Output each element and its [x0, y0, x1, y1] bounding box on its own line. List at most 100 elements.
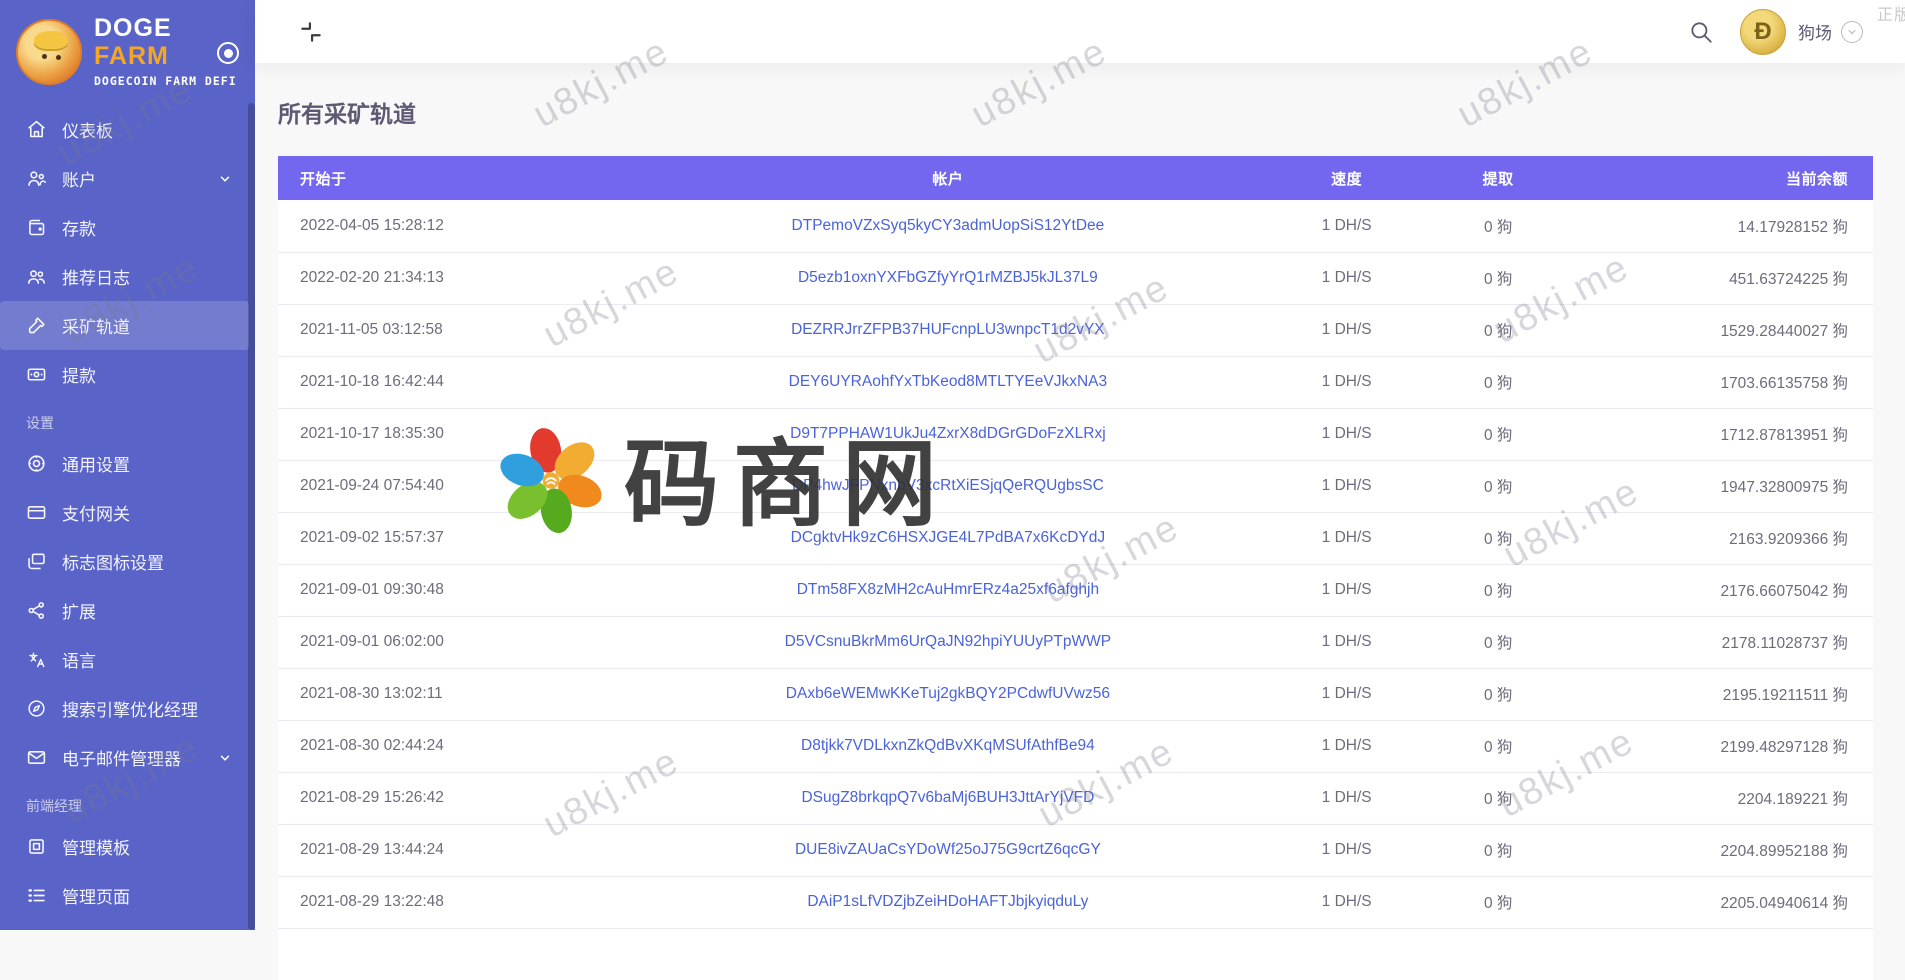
table-row: 2021-09-02 15:57:37 DCgktvHk9zC6HSXJGE4L… [278, 512, 1873, 564]
language-icon [26, 649, 47, 670]
row-balance: 2176.66075042 狗 [1538, 564, 1873, 616]
account-address-link[interactable]: D8tjkk7VDLkxnZkQdBvXKqMSUfAthfBe94 [801, 737, 1095, 754]
account-address-link[interactable]: DTPemoVZxSyq5kyCY3admUopSiS12YtDee [792, 217, 1105, 234]
account-address-link[interactable]: DP4hwJFPNxnbV3xcRtXiESjqQeRQUgbsSC [792, 477, 1104, 494]
row-balance: 2204.89952188 狗 [1538, 824, 1873, 876]
users-icon [26, 266, 47, 287]
sidebar-item-compass[interactable]: 搜索引擎优化经理 [0, 684, 249, 733]
table-header-row: 开始于 帐户 速度 提取 当前余额 [278, 156, 1873, 200]
col-header-current-balance: 当前余额 [1538, 156, 1873, 200]
sidebar-item-language[interactable]: 语言 [0, 635, 249, 684]
users-gear-icon [26, 168, 47, 189]
topbar-right: Ð 狗场 [1688, 9, 1863, 55]
share-nodes-icon [26, 600, 47, 621]
sidebar-item-label: 扩展 [62, 598, 96, 623]
row-withdraw: 0 狗 [1458, 512, 1538, 564]
row-withdraw: 0 狗 [1458, 408, 1538, 460]
account-address-link[interactable]: D9T7PPHAW1UkJu4ZxrX8dDGrGDoFzXLRxj [790, 425, 1106, 442]
row-start-time: 2021-09-01 06:02:00 [278, 616, 661, 668]
sidebar: DOGE FARM DOGECOIN FARM DEFI 仪表板账户存款推荐日志… [0, 0, 255, 930]
sidebar-item-hammer[interactable]: 采矿轨道 [0, 301, 249, 350]
sidebar-item-share-nodes[interactable]: 扩展 [0, 586, 249, 635]
col-header-speed: 速度 [1235, 156, 1458, 200]
row-speed: 1 DH/S [1235, 824, 1458, 876]
sidebar-item-money-card[interactable]: 提款 [0, 350, 249, 399]
row-start-time: 2021-10-17 18:35:30 [278, 408, 661, 460]
row-withdraw: 0 狗 [1458, 772, 1538, 824]
account-address-link[interactable]: DAiP1sLfVDZjbZeiHDoHAFTJbjkyiqduLy [807, 893, 1088, 910]
row-balance: 451.63724225 狗 [1538, 252, 1873, 304]
sidebar-item-wallet[interactable]: 存款 [0, 203, 249, 252]
sidebar-item-label: 存款 [62, 215, 96, 240]
account-address-link[interactable]: DCgktvHk9zC6HSXJGE4L7PdBA7x6KcDYdJ [791, 529, 1105, 546]
account-address-link[interactable]: DTm58FX8zMH2cAuHmrERz4a25xf6afghjh [797, 581, 1099, 598]
sidebar-item-disc[interactable]: 通用设置 [0, 439, 249, 488]
sidebar-item-template[interactable]: 管理模板 [0, 822, 249, 871]
sidebar-item-home[interactable]: 仪表板 [0, 105, 249, 154]
table-row: 2021-08-29 13:44:24 DUE8ivZAUaCsYDoWf25o… [278, 824, 1873, 876]
wallet-icon [26, 217, 47, 238]
sidebar-item-label: 管理模板 [62, 834, 130, 859]
account-address-link[interactable]: DUE8ivZAUaCsYDoWf25oJ75G9crtZ6qcGY [795, 841, 1101, 858]
sidebar-item-label: 通用设置 [62, 451, 130, 476]
sidebar-item-credit-card[interactable]: 支付网关 [0, 488, 249, 537]
row-withdraw: 0 狗 [1458, 356, 1538, 408]
table-row: 2021-09-01 09:30:48 DTm58FX8zMH2cAuHmrER… [278, 564, 1873, 616]
table-row: 2021-09-24 07:54:40 DP4hwJFPNxnbV3xcRtXi… [278, 460, 1873, 512]
row-start-time: 2021-08-30 13:02:11 [278, 668, 661, 720]
template-icon [26, 836, 47, 857]
table-row-partial [278, 928, 1873, 980]
menu-pin-toggle[interactable] [217, 42, 239, 64]
sidebar-item-label: 提款 [62, 362, 96, 387]
row-balance: 2178.11028737 狗 [1538, 616, 1873, 668]
sidebar-item-images[interactable]: 标志图标设置 [0, 537, 249, 586]
chevron-down-icon [218, 750, 232, 764]
app-title-farm: FARM [94, 42, 169, 70]
row-withdraw: 0 狗 [1458, 616, 1538, 668]
sidebar-item-envelope[interactable]: 电子邮件管理器 [0, 733, 249, 782]
account-address-link[interactable]: DSugZ8brkqpQ7v6baMj6BUH3JttArYjVFD [801, 789, 1094, 806]
row-speed: 1 DH/S [1235, 408, 1458, 460]
row-start-time: 2021-08-29 13:44:24 [278, 824, 661, 876]
sidebar-scrollbar[interactable] [248, 103, 255, 930]
account-address-link[interactable]: D5ezb1oxnYXFbGZfyYrQ1rMZBJ5kJL37L9 [798, 269, 1098, 286]
table-row: 2021-08-29 13:22:48 DAiP1sLfVDZjbZeiHDoH… [278, 876, 1873, 928]
sidebar-item-label: 搜索引擎优化经理 [62, 696, 198, 721]
row-balance: 1529.28440027 狗 [1538, 304, 1873, 356]
credit-card-icon [26, 502, 47, 523]
row-withdraw: 0 狗 [1458, 824, 1538, 876]
account-address-link[interactable]: DAxb6eWEMwKKeTuj2gkBQY2PCdwfUVwz56 [786, 685, 1110, 702]
user-avatar[interactable]: Ð [1740, 9, 1786, 55]
top-header: Ð 狗场 正版 [255, 0, 1905, 63]
table-row: 2021-08-30 13:02:11 DAxb6eWEMwKKeTuj2gkB… [278, 668, 1873, 720]
row-start-time: 2021-09-02 15:57:37 [278, 512, 661, 564]
sidebar-item-label: 语言 [62, 647, 96, 672]
row-start-time: 2022-04-05 15:28:12 [278, 200, 661, 252]
mining-tracks-table: 开始于 帐户 速度 提取 当前余额 2022-04-05 15:28:12 DT… [278, 156, 1873, 980]
account-address-link[interactable]: D5VCsnuBkrMm6UrQaJN92hpiYUUyPTpWWP [785, 633, 1111, 650]
sidebar-item-users[interactable]: 推荐日志 [0, 252, 249, 301]
app-subtitle: DOGECOIN FARM DEFI [94, 74, 241, 88]
col-header-started-at: 开始于 [278, 156, 661, 200]
account-address-link[interactable]: DEY6UYRAohfYxTbKeod8MTLTYEeVJkxNA3 [789, 373, 1107, 390]
row-speed: 1 DH/S [1235, 356, 1458, 408]
sidebar-item-label: 标志图标设置 [62, 549, 164, 574]
search-icon[interactable] [1688, 19, 1714, 45]
table-row: 2021-10-17 18:35:30 D9T7PPHAW1UkJu4ZxrX8… [278, 408, 1873, 460]
row-start-time: 2021-08-30 02:44:24 [278, 720, 661, 772]
sidebar-item-label: 推荐日志 [62, 264, 130, 289]
menu-collapse-icon[interactable] [298, 19, 324, 45]
row-withdraw: 0 狗 [1458, 200, 1538, 252]
username-label[interactable]: 狗场 [1798, 19, 1832, 44]
sidebar-item-users-gear[interactable]: 账户 [0, 154, 249, 203]
sidebar-item-list[interactable]: 管理页面 [0, 871, 249, 920]
user-menu-chevron-icon[interactable] [1841, 21, 1863, 43]
row-start-time: 2021-10-18 16:42:44 [278, 356, 661, 408]
row-start-time: 2022-02-20 21:34:13 [278, 252, 661, 304]
table-row: 2021-08-30 02:44:24 D8tjkk7VDLkxnZkQdBvX… [278, 720, 1873, 772]
sidebar-item-label: 支付网关 [62, 500, 130, 525]
account-address-link[interactable]: DEZRRJrrZFPB37HUFcnpLU3wnpcT1d2vYX [791, 321, 1105, 338]
row-balance: 2163.9209366 狗 [1538, 512, 1873, 564]
row-start-time: 2021-09-24 07:54:40 [278, 460, 661, 512]
col-header-withdraw: 提取 [1458, 156, 1538, 200]
